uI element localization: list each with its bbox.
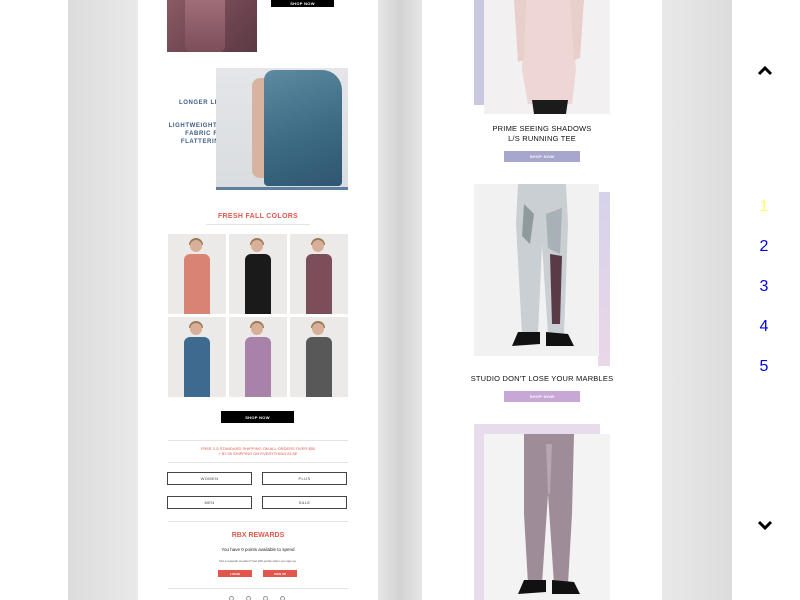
product-photo-running-tee[interactable]: [484, 0, 610, 114]
rewards-note: Not a rewards member? Get 200 points whe…: [219, 559, 297, 563]
sale-button[interactable]: SALE: [262, 496, 347, 509]
color-tile[interactable]: [229, 234, 287, 314]
accent-backdrop: [474, 424, 600, 434]
page-link-4[interactable]: 4: [752, 318, 776, 336]
product-photo-purple-leggings[interactable]: [484, 434, 610, 600]
divider: [168, 521, 348, 522]
background-band-middle: [378, 0, 422, 600]
instagram-icon[interactable]: [246, 596, 251, 600]
product-photo-top[interactable]: [167, 0, 257, 52]
email-page-right[interactable]: PRIME SEEING SHADOWS L/S RUNNING TEE SHO…: [422, 0, 662, 600]
color-tile[interactable]: [229, 317, 287, 397]
divider: [168, 440, 348, 441]
email-page-left[interactable]: SHOP NOW LONGER LENGTH. LIGHTWEIGHT DRAP…: [138, 0, 378, 600]
fresh-fall-colors-title: FRESH FALL COLORS: [217, 213, 299, 220]
color-tile[interactable]: [290, 234, 348, 314]
product-photo-marbles-leggings[interactable]: [474, 184, 599, 356]
twitter-icon[interactable]: [263, 596, 268, 600]
divider: [168, 462, 348, 463]
color-tile[interactable]: [290, 317, 348, 397]
facebook-icon[interactable]: [229, 596, 234, 600]
divider: [168, 588, 348, 589]
product-name-marbles-leggings[interactable]: STUDIO DON'T LOSE YOUR MARBLES: [452, 374, 632, 384]
promo-photo[interactable]: [216, 68, 348, 190]
product-name-running-tee[interactable]: PRIME SEEING SHADOWS: [452, 124, 632, 134]
rewards-title: RBX REWARDS: [231, 532, 285, 539]
shop-now-button-running-tee[interactable]: SHOP NOW: [504, 151, 580, 162]
accent-backdrop: [474, 424, 484, 600]
page-link-3[interactable]: 3: [752, 278, 776, 296]
background-band-right: [662, 0, 732, 600]
shipping-notice-secondary: + $7.95 SHIPPING ON EVERYTHING ELSE: [218, 451, 298, 456]
page-link-5[interactable]: 5: [752, 358, 776, 376]
accent-backdrop: [598, 192, 610, 366]
divider: [206, 224, 310, 225]
page-link-1[interactable]: 1: [752, 198, 776, 216]
rewards-points: You have 0 points available to spend: [221, 547, 295, 552]
chevron-down-icon[interactable]: [757, 517, 773, 533]
product-name-running-tee-line2[interactable]: L/S RUNNING TEE: [452, 134, 632, 144]
signup-button[interactable]: SIGN UP: [263, 570, 297, 577]
color-tile[interactable]: [168, 234, 226, 314]
shop-now-button-colors[interactable]: SHOP NOW: [221, 411, 294, 423]
women-button[interactable]: WOMEN: [167, 472, 252, 485]
shop-now-button-marbles-leggings[interactable]: SHOP NOW: [504, 391, 580, 402]
plus-button[interactable]: PLUS: [262, 472, 347, 485]
pinterest-icon[interactable]: [280, 596, 285, 600]
login-button[interactable]: LOGIN: [218, 570, 252, 577]
background-band-left: [68, 0, 138, 600]
shop-now-button-top[interactable]: SHOP NOW: [271, 0, 334, 7]
page-link-2[interactable]: 2: [752, 238, 776, 256]
chevron-up-icon[interactable]: [757, 63, 773, 79]
men-button[interactable]: MEN: [167, 496, 252, 509]
color-tile[interactable]: [168, 317, 226, 397]
